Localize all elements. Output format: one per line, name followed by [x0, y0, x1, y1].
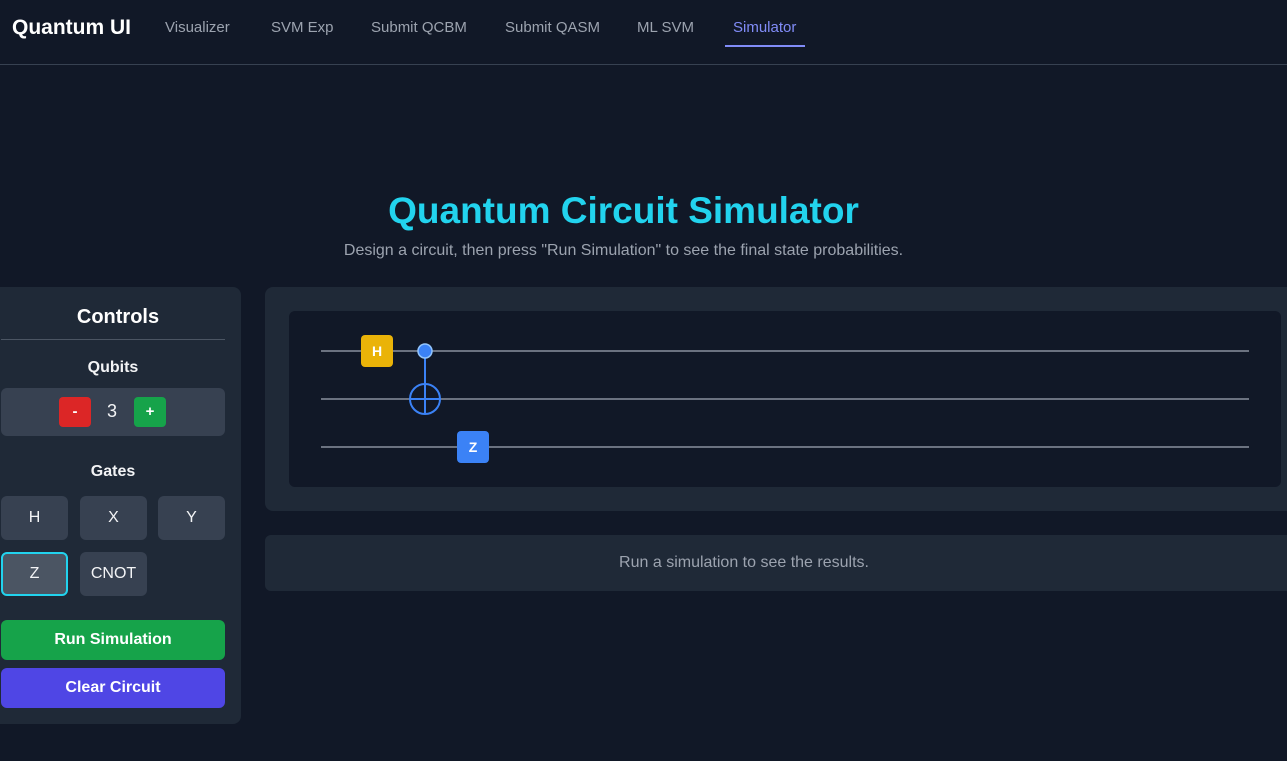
- gate-z-label: Z: [469, 439, 478, 455]
- gates-label: Gates: [90, 463, 136, 480]
- page-subtitle: Design a circuit, then press "Run Simula…: [343, 242, 904, 259]
- nav-svm-exp[interactable]: SVM Exp: [271, 19, 334, 36]
- nav-submit-qasm[interactable]: Submit QASM: [505, 19, 600, 36]
- gate-z-on-qubit-2[interactable]: Z: [457, 431, 489, 463]
- gate-y-button[interactable]: Y: [158, 496, 225, 540]
- nav-submit-qcbm[interactable]: Submit QCBM: [371, 19, 467, 36]
- nav-ml-svm[interactable]: ML SVM: [637, 19, 694, 36]
- increase-qubits-button[interactable]: +: [134, 397, 166, 427]
- page-title: Quantum Circuit Simulator: [388, 190, 859, 231]
- brand-logo[interactable]: Quantum UI: [12, 16, 131, 40]
- qubit-count: 3: [106, 401, 117, 421]
- gate-h-on-qubit-0[interactable]: H: [361, 335, 393, 367]
- active-tab-indicator: [725, 45, 805, 47]
- results-message-wrap: Run a simulation to see the results.: [265, 554, 1287, 572]
- controls-divider: [1, 339, 225, 340]
- gate-x-button[interactable]: X: [80, 496, 147, 540]
- gate-cnot-button[interactable]: CNOT: [80, 552, 147, 596]
- top-navbar: Quantum UI Visualizer SVM Exp Submit QCB…: [0, 0, 1287, 65]
- nav-simulator[interactable]: Simulator: [733, 19, 796, 36]
- run-simulation-button[interactable]: Run Simulation: [1, 620, 225, 660]
- clear-circuit-button[interactable]: Clear Circuit: [1, 668, 225, 708]
- gate-z-button[interactable]: Z: [1, 552, 68, 596]
- cnot-gate[interactable]: [409, 343, 441, 415]
- qubits-label: Qubits: [87, 359, 139, 376]
- cnot-control-dot: [417, 343, 433, 359]
- nav-visualizer[interactable]: Visualizer: [165, 19, 230, 36]
- circuit-diagram[interactable]: H Z: [289, 311, 1281, 487]
- gate-h-button[interactable]: H: [1, 496, 68, 540]
- controls-title: Controls: [76, 306, 160, 328]
- gate-h-label: H: [372, 343, 382, 359]
- decrease-qubits-button[interactable]: -: [59, 397, 91, 427]
- results-message: Run a simulation to see the results.: [619, 554, 869, 571]
